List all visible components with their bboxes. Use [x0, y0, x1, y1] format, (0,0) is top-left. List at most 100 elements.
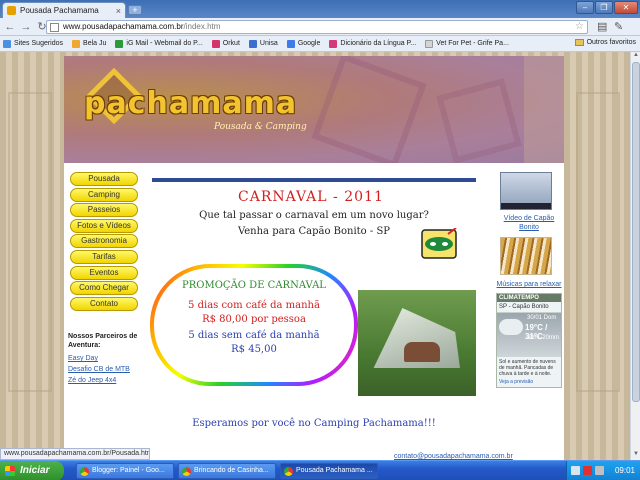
forward-icon[interactable]: → [19, 20, 33, 34]
close-window-button[interactable]: ✕ [614, 1, 638, 14]
nav-pousada[interactable]: Pousada [70, 172, 138, 186]
bookmark-item[interactable]: Unisa [248, 39, 278, 48]
bookmark-star-icon[interactable]: ☆ [575, 21, 584, 33]
nav-passeios[interactable]: Passeios [70, 203, 138, 218]
tray-icon[interactable] [571, 466, 580, 475]
bookmark-item[interactable]: Sites Sugeridos [3, 39, 63, 48]
maximize-button[interactable]: ❐ [595, 1, 613, 14]
bookmark-item[interactable]: Bela Ju [72, 39, 106, 48]
background-pattern [576, 92, 620, 392]
other-bookmarks[interactable]: Outros favoritos [574, 39, 636, 46]
weather-header: CLIMATEMPO [497, 294, 561, 302]
camping-photo [358, 290, 476, 396]
start-button[interactable]: Iniciar [0, 461, 64, 480]
promo-title: PROMOÇÃO DE CARNAVAL [182, 280, 326, 291]
antivirus-icon[interactable] [583, 466, 592, 475]
bookmark-item[interactable]: Dicionário da Língua P... [329, 39, 416, 48]
site-container: pachamama Pousada & Camping Pousada Camp… [64, 56, 564, 460]
scroll-down-icon[interactable]: ▼ [631, 451, 640, 460]
partner-link[interactable]: Desafio CB de MTB [68, 364, 148, 375]
weather-description: Sol e aumento de nuvens de manhã. Pancad… [499, 359, 556, 377]
weather-city: SP - Capão Bonito [497, 302, 561, 313]
promo-price: R$ 45,00 [231, 344, 277, 355]
partner-link[interactable]: Zé do Jeep 4x4 [68, 375, 148, 386]
banner-decoration [524, 56, 564, 163]
video-link[interactable]: Vídeo de Capão Bonito [496, 214, 562, 232]
right-sidebar: Vídeo de Capão Bonito Músicas para relax… [496, 172, 562, 388]
nav-como-chegar[interactable]: Como Chegar [70, 281, 138, 296]
page-viewport: pachamama Pousada & Camping Pousada Camp… [0, 52, 630, 460]
new-tab-button[interactable]: + [128, 5, 142, 15]
partners-box: Nossos Parceiros de Aventura: Easy Day D… [68, 332, 148, 386]
carnival-mask-icon [421, 228, 457, 259]
nav-gastronomia[interactable]: Gastronomia [70, 234, 138, 249]
carnival-poster: CARNAVAL - 2011 Que tal passar o carnava… [152, 178, 476, 444]
taskbar-item[interactable]: Brincando de Casinha... [178, 463, 276, 479]
tab-title: Pousada Pachamama [20, 6, 99, 15]
scroll-up-icon[interactable]: ▲ [631, 52, 640, 61]
taskbar: Iniciar Blogger: Painel - Goo... Brincan… [0, 460, 640, 480]
promo-cloud: PROMOÇÃO DE CARNAVAL 5 dias com café da … [150, 264, 358, 386]
nav-eventos[interactable]: Eventos [70, 265, 138, 280]
chrome-icon [182, 467, 191, 476]
music-thumbnail[interactable] [500, 237, 552, 275]
weather-humidity: 80%, 20mm [527, 335, 560, 341]
background-pattern [8, 92, 52, 392]
bookmark-icon [115, 39, 124, 48]
folder-icon [574, 39, 584, 46]
tab-strip: Pousada Pachamama × + – ❐ ✕ [0, 0, 640, 18]
main-nav: Pousada Camping Passeios Fotos e Vídeos … [70, 172, 138, 312]
taskbar-item-active[interactable]: Pousada Pachamama ... [280, 463, 378, 479]
bookmark-icon [72, 39, 81, 48]
chrome-icon [80, 467, 89, 476]
nav-camping[interactable]: Camping [70, 187, 138, 202]
promo-offer: 5 dias com café da manhã [188, 300, 320, 311]
promo-offer: 5 dias sem café da manhã [188, 330, 320, 341]
bookmark-icon [286, 39, 295, 48]
vertical-scrollbar[interactable]: ▲ ▼ [630, 52, 640, 460]
url-host: www.pousadapachamama.com.br [63, 22, 184, 31]
close-tab-icon[interactable]: × [116, 6, 121, 16]
system-tray: 09:01 [566, 461, 640, 480]
bookmark-item[interactable]: Vet For Pet - Grife Pa... [425, 39, 509, 48]
minimize-button[interactable]: – [576, 1, 594, 14]
back-icon[interactable]: ← [3, 20, 17, 34]
nav-contato[interactable]: Contato [70, 296, 138, 311]
wrench-icon[interactable]: ✎ [614, 20, 623, 33]
video-controls [501, 203, 551, 209]
cloud-icon [499, 319, 523, 335]
address-bar[interactable]: www.pousadapachamama.com.br/index.htm ☆ [46, 20, 588, 34]
favicon-icon [7, 6, 16, 15]
poster-line: Que tal passar o carnaval em um novo lug… [199, 210, 429, 221]
bookmark-icon [211, 39, 220, 48]
windows-logo-icon [5, 466, 15, 476]
page-icon [50, 23, 59, 32]
status-bubble: www.pousadapachamama.com.br/Pousada.htm [0, 448, 150, 460]
volume-icon[interactable] [595, 466, 604, 475]
footer-email-link[interactable]: contato@pousadapachamama.com.br [394, 453, 513, 460]
bookmark-icon [329, 39, 338, 48]
nav-fotos-videos[interactable]: Fotos e Vídeos [70, 218, 138, 233]
video-thumbnail[interactable] [500, 172, 552, 210]
poster-footer: Esperamos por você no Camping Pachamama!… [192, 418, 436, 429]
partners-heading: Nossos Parceiros de Aventura: [68, 333, 138, 349]
site-logo[interactable]: pachamama [84, 86, 297, 121]
promo-price: R$ 80,00 por pessoa [202, 314, 306, 325]
bookmarks-bar: Sites Sugeridos Bela Ju iG Mail - Webmai… [0, 36, 640, 52]
music-link[interactable]: Músicas para relaxar [496, 281, 562, 288]
bookmark-item[interactable]: Google [286, 39, 320, 48]
weather-link[interactable]: Veja a previsão [497, 379, 561, 387]
taskbar-clock: 09:01 [614, 466, 635, 475]
bookmark-item[interactable]: iG Mail - Webmail do P... [115, 39, 203, 48]
bookmark-icon [248, 39, 257, 48]
partner-link[interactable]: Easy Day [68, 353, 148, 364]
bookmark-icon [425, 39, 434, 48]
tab-pousada[interactable]: Pousada Pachamama × [2, 2, 126, 18]
taskbar-item[interactable]: Blogger: Painel - Goo... [76, 463, 174, 479]
page-menu-icon[interactable]: ▤ [597, 20, 607, 33]
bookmark-item[interactable]: Orkut [211, 39, 240, 48]
scrollbar-thumb[interactable] [632, 62, 640, 402]
nav-tarifas[interactable]: Tarifas [70, 249, 138, 264]
url-path: /index.htm [183, 22, 221, 31]
chrome-icon [284, 467, 293, 476]
